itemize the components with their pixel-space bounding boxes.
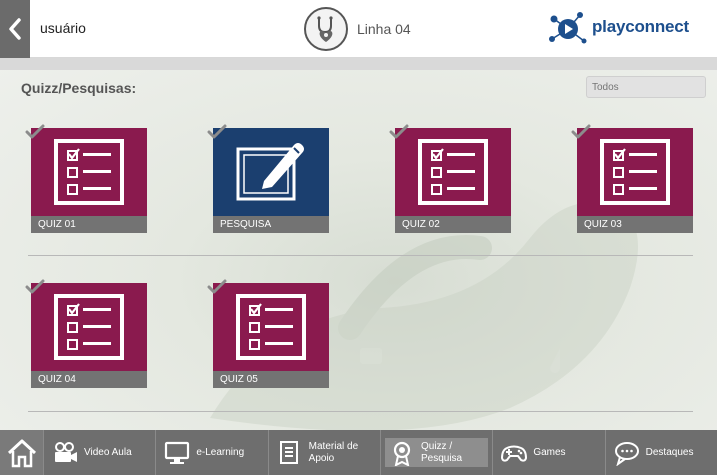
nav-destaques[interactable]: Destaques [606, 430, 717, 475]
nav-label: Games [533, 446, 566, 458]
row-divider [28, 411, 693, 412]
nav-video-aula[interactable]: Video Aula [44, 430, 157, 475]
survey-tile-label: PESQUISA [213, 216, 329, 233]
top-header: usuário Linha 04 playconnect [0, 0, 717, 58]
nav-label: Material de Apoio [308, 440, 359, 464]
completed-check-icon [571, 124, 591, 139]
chevron-left-icon [9, 18, 21, 40]
completed-check-icon [389, 124, 409, 139]
username-label: usuário [40, 20, 86, 36]
back-button[interactable] [0, 0, 30, 58]
quiz-tile-image [213, 283, 329, 371]
chat-bubble-icon [614, 441, 639, 466]
nav-quizz-pesquisa[interactable]: Quizz / Pesquisa [381, 430, 494, 475]
filter-select[interactable] [586, 76, 706, 98]
quiz-tile-03[interactable]: QUIZ 03 [571, 124, 693, 233]
quiz-tile-04[interactable]: QUIZ 04 [25, 279, 147, 388]
nav-e-learning[interactable]: e-Learning [156, 430, 269, 475]
section-title: Quizz/Pesquisas: [21, 80, 137, 96]
bottom-navigation: Video Aula e-Learning Material de Apoio … [0, 430, 717, 475]
nav-games[interactable]: Games [493, 430, 606, 475]
pen-editing-icon [236, 143, 304, 201]
brand-name: playconnect [592, 17, 689, 36]
checklist-icon [600, 139, 670, 205]
quiz-tile-05[interactable]: QUIZ 05 [207, 279, 329, 388]
quiz-tile-image [31, 128, 147, 216]
nav-label: e-Learning [196, 446, 245, 458]
completed-check-icon [207, 124, 227, 139]
nav-label: Destaques [645, 446, 694, 458]
stethoscope-heart-icon [317, 16, 333, 42]
header-shadow-band [0, 58, 717, 70]
quiz-tile-label: QUIZ 03 [577, 216, 693, 233]
checklist-icon [418, 139, 488, 205]
nav-label: Video Aula [84, 446, 132, 458]
checklist-icon [236, 294, 306, 360]
home-icon [7, 439, 36, 467]
nav-label: Quizz / Pesquisa [420, 440, 463, 464]
gamepad-icon [501, 445, 528, 462]
document-icon [279, 440, 298, 464]
completed-check-icon [25, 279, 45, 294]
quiz-tile-01[interactable]: QUIZ 01 [25, 124, 147, 233]
camera-icon [55, 441, 77, 462]
play-network-icon [549, 12, 587, 44]
checklist-icon [54, 139, 124, 205]
survey-tile[interactable]: PESQUISA [207, 124, 329, 233]
row-divider [28, 255, 693, 256]
quiz-content-area: Quizz/Pesquisas: QUIZ 01 [0, 58, 717, 430]
completed-check-icon [207, 279, 227, 294]
nav-material-de-apoio[interactable]: Material de Apoio [269, 430, 381, 475]
home-button[interactable] [0, 430, 44, 475]
quiz-tile-label: QUIZ 02 [395, 216, 511, 233]
award-icon [393, 441, 411, 466]
survey-tile-image [213, 128, 329, 216]
quiz-tile-02[interactable]: QUIZ 02 [389, 124, 511, 233]
completed-check-icon [25, 124, 45, 139]
quiz-tile-label: QUIZ 01 [31, 216, 147, 233]
checklist-icon [54, 294, 124, 360]
quiz-tile-label: QUIZ 05 [213, 371, 329, 388]
quiz-tile-image [395, 128, 511, 216]
monitor-icon [165, 441, 190, 464]
quiz-tile-label: QUIZ 04 [31, 371, 147, 388]
line-title: Linha 04 [357, 21, 411, 37]
quiz-tile-image [31, 283, 147, 371]
brand-logo: playconnect [546, 11, 696, 47]
quiz-tile-image [577, 128, 693, 216]
line-logo [304, 7, 348, 51]
